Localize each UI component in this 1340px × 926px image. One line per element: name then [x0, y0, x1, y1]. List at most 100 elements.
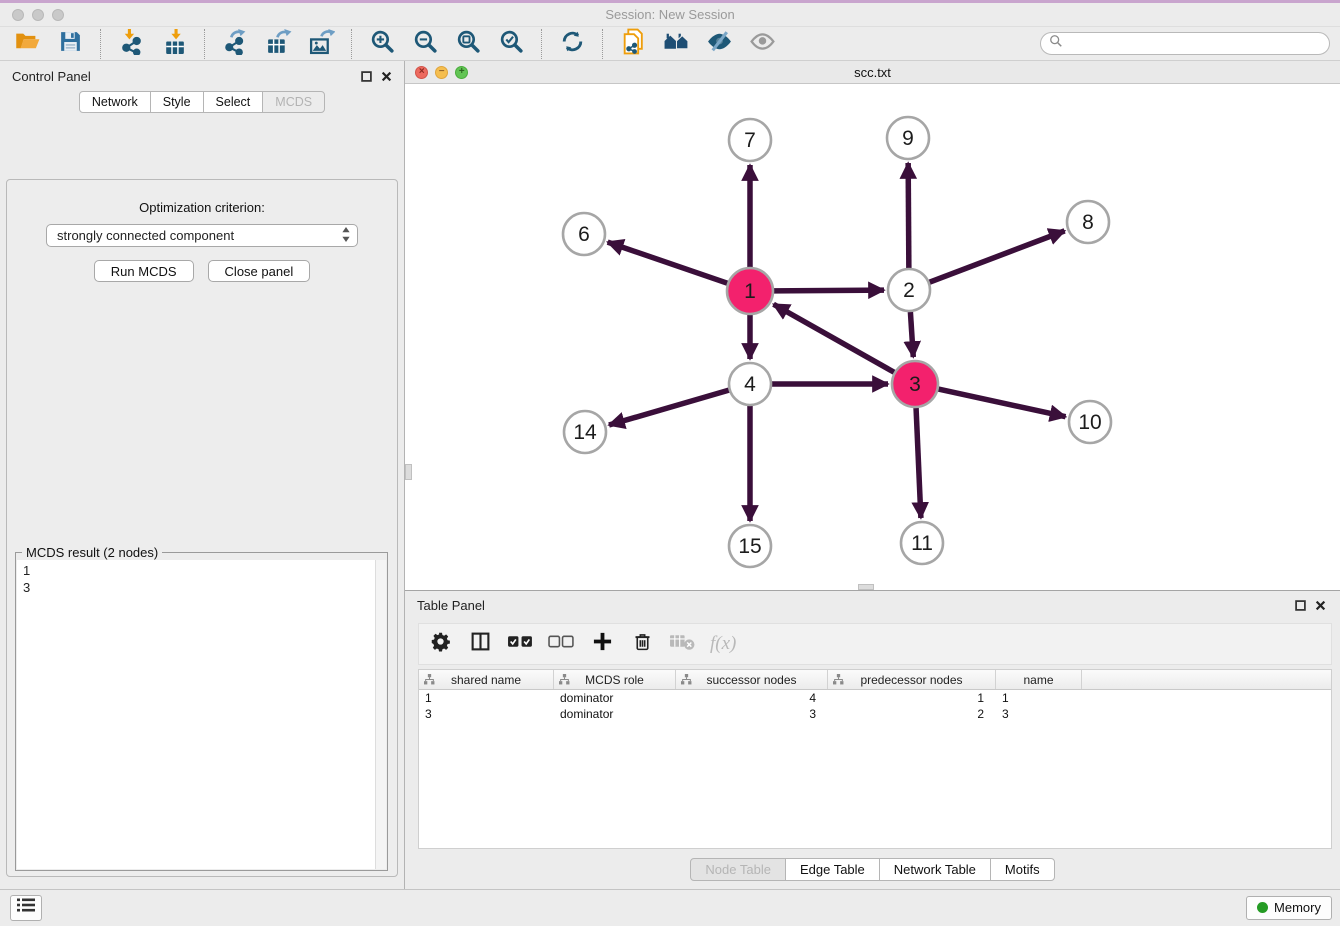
- task-history-button[interactable]: [10, 895, 42, 921]
- node-table-body: 1dominator4113dominator323: [419, 690, 1331, 722]
- export-network-button[interactable]: [218, 28, 252, 60]
- graph-node-8[interactable]: 8: [1067, 201, 1109, 243]
- column-header-predecessor-nodes[interactable]: predecessor nodes: [828, 670, 996, 689]
- tab-network[interactable]: Network: [79, 91, 151, 113]
- graph-edge-1-6[interactable]: [608, 242, 728, 283]
- table-panel-title: Table Panel: [417, 598, 485, 613]
- svg-text:7: 7: [744, 129, 756, 152]
- table-row[interactable]: 3dominator323: [419, 706, 1331, 722]
- result-scrollbar[interactable]: [375, 560, 386, 869]
- graph-node-3[interactable]: 3: [892, 361, 938, 407]
- show-columns-button[interactable]: [467, 628, 493, 660]
- network-close-button[interactable]: ×: [415, 66, 428, 79]
- close-panel-icon[interactable]: [381, 71, 392, 82]
- hide-graphics-details-button[interactable]: [702, 28, 736, 60]
- control-panel-title: Control Panel: [12, 69, 91, 84]
- graph-node-11[interactable]: 11: [901, 522, 943, 564]
- table-toolbar: f(x): [418, 623, 1332, 665]
- network-graph[interactable]: 1 2 3 4 6 7 8 9 10 11 14 15: [405, 84, 1338, 585]
- table-cell[interactable]: 1: [996, 690, 1082, 706]
- table-cell[interactable]: 3: [996, 706, 1082, 722]
- graph-node-7[interactable]: 7: [729, 119, 771, 161]
- tab-edge-table[interactable]: Edge Table: [785, 858, 880, 881]
- memory-button[interactable]: Memory: [1246, 896, 1332, 920]
- tab-node-table[interactable]: Node Table: [690, 858, 786, 881]
- graph-node-15[interactable]: 15: [729, 525, 771, 567]
- network-window-titlebar[interactable]: × − + scc.txt: [405, 61, 1340, 84]
- graph-edge-2-9[interactable]: [908, 163, 909, 268]
- add-column-button[interactable]: [589, 628, 615, 660]
- show-graphics-details-button[interactable]: [745, 28, 779, 60]
- column-header-name[interactable]: name: [996, 670, 1082, 689]
- table-cell[interactable]: 3: [419, 706, 554, 722]
- run-mcds-button[interactable]: Run MCDS: [94, 260, 194, 282]
- search-field[interactable]: [1040, 32, 1330, 55]
- mcds-result-list[interactable]: 13: [17, 560, 386, 869]
- import-table-button[interactable]: [157, 28, 191, 60]
- table-cell[interactable]: 2: [828, 706, 996, 722]
- table-cell[interactable]: 1: [419, 690, 554, 706]
- tab-style[interactable]: Style: [150, 91, 204, 113]
- column-settings-button[interactable]: [427, 628, 453, 660]
- node-table[interactable]: shared nameMCDS rolesuccessor nodesprede…: [418, 669, 1332, 849]
- delete-table-button[interactable]: [669, 628, 696, 660]
- graph-node-1[interactable]: 1: [727, 268, 773, 314]
- first-neighbors-button[interactable]: [659, 28, 693, 60]
- column-header-shared-name[interactable]: shared name: [419, 670, 554, 689]
- zoom-fit-button[interactable]: [451, 28, 485, 60]
- new-network-button[interactable]: [616, 28, 650, 60]
- network-maximize-button[interactable]: +: [455, 66, 468, 79]
- column-header-successor-nodes[interactable]: successor nodes: [676, 670, 828, 689]
- table-cell[interactable]: dominator: [554, 706, 676, 722]
- table-cell[interactable]: 1: [828, 690, 996, 706]
- graph-edge-3-10[interactable]: [938, 389, 1065, 417]
- graph-node-4[interactable]: 4: [729, 363, 771, 405]
- graph-node-2[interactable]: 2: [888, 269, 930, 311]
- tab-motifs[interactable]: Motifs: [990, 858, 1055, 881]
- tab-network-table[interactable]: Network Table: [879, 858, 991, 881]
- export-image-button[interactable]: [304, 28, 338, 60]
- float-panel-icon[interactable]: [1295, 600, 1306, 611]
- open-session-button[interactable]: [10, 28, 44, 60]
- status-bar: Memory: [0, 889, 1340, 925]
- column-header-MCDS-role[interactable]: MCDS role: [554, 670, 676, 689]
- table-cell[interactable]: 4: [676, 690, 828, 706]
- network-canvas[interactable]: 1 2 3 4 6 7 8 9 10 11 14 15: [405, 84, 1340, 590]
- graph-edge-3-1[interactable]: [774, 304, 895, 372]
- titlebar[interactable]: Session: New Session: [0, 3, 1340, 27]
- search-input[interactable]: [1068, 37, 1321, 51]
- graph-node-9[interactable]: 9: [887, 117, 929, 159]
- tab-select[interactable]: Select: [203, 91, 264, 113]
- table-cell[interactable]: 3: [676, 706, 828, 722]
- zoom-out-button[interactable]: [408, 28, 442, 60]
- unselect-all-columns-button[interactable]: [548, 628, 575, 660]
- apply-layout-button[interactable]: [555, 28, 589, 60]
- zoom-in-button[interactable]: [365, 28, 399, 60]
- close-panel-button[interactable]: Close panel: [208, 260, 311, 282]
- optimization-select[interactable]: strongly connected component: [46, 224, 358, 247]
- graph-node-6[interactable]: 6: [563, 213, 605, 255]
- import-network-button[interactable]: [114, 28, 148, 60]
- network-minimize-button[interactable]: −: [435, 66, 448, 79]
- save-session-button[interactable]: [53, 28, 87, 60]
- tab-mcds[interactable]: MCDS: [262, 91, 325, 113]
- optimization-criterion-label: Optimization criterion:: [7, 200, 397, 215]
- export-table-button[interactable]: [261, 28, 295, 60]
- function-builder-button[interactable]: f(x): [710, 628, 736, 660]
- float-panel-icon[interactable]: [361, 71, 372, 82]
- graph-edge-2-3[interactable]: [910, 312, 913, 357]
- graph-edge-1-2[interactable]: [774, 290, 884, 291]
- graph-edge-2-8[interactable]: [930, 231, 1065, 282]
- graph-node-10[interactable]: 10: [1069, 401, 1111, 443]
- graph-edge-3-11[interactable]: [916, 408, 921, 518]
- zoom-selected-button[interactable]: [494, 28, 528, 60]
- graph-edge-4-14[interactable]: [609, 390, 729, 425]
- table-row[interactable]: 1dominator411: [419, 690, 1331, 706]
- close-panel-icon[interactable]: [1315, 600, 1326, 611]
- table-cell[interactable]: dominator: [554, 690, 676, 706]
- select-all-columns-button[interactable]: [507, 628, 534, 660]
- graph-node-14[interactable]: 14: [564, 411, 606, 453]
- delete-column-button[interactable]: [629, 628, 655, 660]
- splitter-handle[interactable]: [405, 464, 412, 480]
- splitter-handle[interactable]: [858, 584, 874, 590]
